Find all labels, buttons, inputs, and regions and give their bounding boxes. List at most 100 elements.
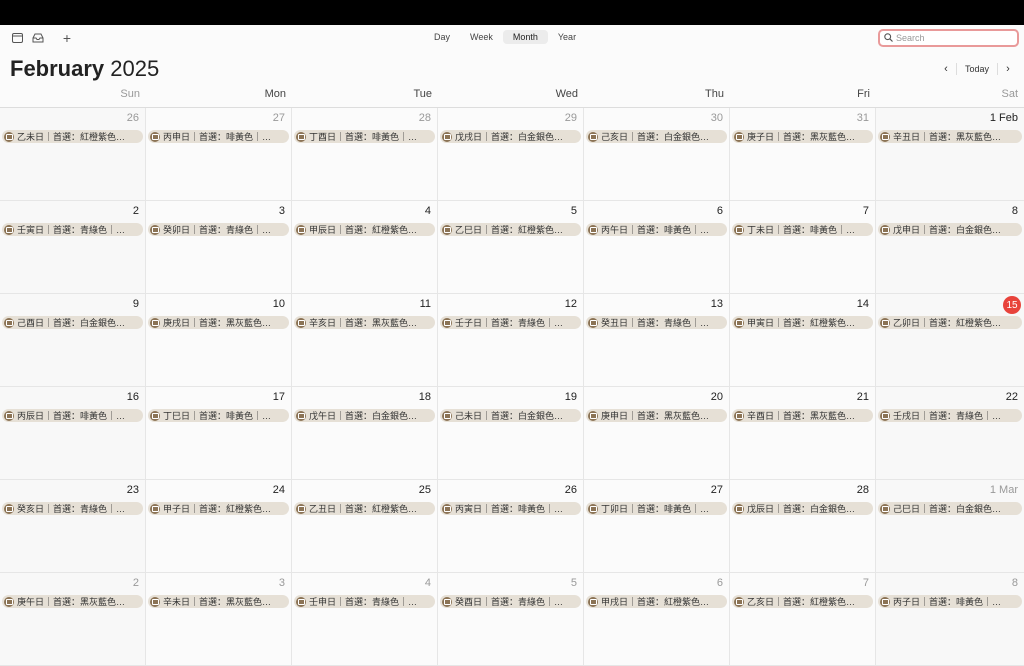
event-pill[interactable]: 辛丑日｜首選：黑灰藍色… (878, 130, 1022, 143)
day-cell[interactable]: 2 壬寅日｜首選：青綠色｜… (0, 201, 146, 294)
day-cell[interactable]: 4 甲辰日｜首選：紅橙紫色… (292, 201, 438, 294)
day-cell[interactable]: 25 乙丑日｜首選：紅橙紫色… (292, 480, 438, 573)
day-cell[interactable]: 26 乙未日｜首選：紅橙紫色… (0, 108, 146, 201)
event-pill[interactable]: 癸酉日｜首選：青綠色｜… (440, 595, 581, 608)
day-cell[interactable]: 20 庚申日｜首選：黑灰藍色… (584, 387, 730, 480)
event-pill[interactable]: 壬寅日｜首選：青綠色｜… (2, 223, 143, 236)
view-day-button[interactable]: Day (424, 30, 460, 44)
event-pill[interactable]: 丁巳日｜首選：啡黃色｜… (148, 409, 289, 422)
add-event-icon[interactable]: + (59, 30, 75, 46)
day-cell[interactable]: 6 丙午日｜首選：啡黃色｜… (584, 201, 730, 294)
event-pill[interactable]: 辛亥日｜首選：黑灰藍色… (294, 316, 435, 329)
day-cell[interactable]: 19 己未日｜首選：白金銀色… (438, 387, 584, 480)
event-pill[interactable]: 癸丑日｜首選：青綠色｜… (586, 316, 727, 329)
day-cell[interactable]: 3 癸卯日｜首選：青綠色｜… (146, 201, 292, 294)
event-pill[interactable]: 庚午日｜首選：黑灰藍色… (2, 595, 143, 608)
event-pill[interactable]: 壬戌日｜首選：青綠色｜… (878, 409, 1022, 422)
calendar-list-icon[interactable] (9, 31, 25, 45)
day-cell[interactable]: 30 己亥日｜首選：白金銀色… (584, 108, 730, 201)
event-title: 癸亥日｜首選：青綠色｜… (17, 504, 126, 514)
event-title: 壬子日｜首選：青綠色｜… (455, 318, 564, 328)
event-pill[interactable]: 庚子日｜首選：黑灰藍色… (732, 130, 873, 143)
day-cell[interactable]: 21 辛酉日｜首選：黑灰藍色… (730, 387, 876, 480)
event-pill[interactable]: 壬子日｜首選：青綠色｜… (440, 316, 581, 329)
event-pill[interactable]: 乙亥日｜首選：紅橙紫色… (732, 595, 873, 608)
day-cell[interactable]: 14 甲寅日｜首選：紅橙紫色… (730, 294, 876, 387)
day-cell[interactable]: 1 Feb 辛丑日｜首選：黑灰藍色… (876, 108, 1024, 201)
event-title: 丙子日｜首選：啡黃色｜… (893, 597, 1002, 607)
day-cell[interactable]: 5 癸酉日｜首選：青綠色｜… (438, 573, 584, 666)
day-cell[interactable]: 8 丙子日｜首選：啡黃色｜… (876, 573, 1024, 666)
view-week-button[interactable]: Week (460, 30, 503, 44)
day-cell[interactable]: 7 乙亥日｜首選：紅橙紫色… (730, 573, 876, 666)
event-pill[interactable]: 甲子日｜首選：紅橙紫色… (148, 502, 289, 515)
view-month-button[interactable]: Month (502, 30, 548, 44)
next-month-button[interactable]: › (1000, 62, 1016, 76)
day-cell[interactable]: 13 癸丑日｜首選：青綠色｜… (584, 294, 730, 387)
event-pill[interactable]: 乙未日｜首選：紅橙紫色… (2, 130, 143, 143)
event-pill[interactable]: 丙辰日｜首選：啡黃色｜… (2, 409, 143, 422)
view-year-button[interactable]: Year (548, 30, 586, 44)
event-pill[interactable]: 己亥日｜首選：白金銀色… (586, 130, 727, 143)
day-cell[interactable]: 12 壬子日｜首選：青綠色｜… (438, 294, 584, 387)
day-cell[interactable]: 18 戊午日｜首選：白金銀色… (292, 387, 438, 480)
day-cell[interactable]: 28 戊辰日｜首選：白金銀色… (730, 480, 876, 573)
day-cell[interactable]: 24 甲子日｜首選：紅橙紫色… (146, 480, 292, 573)
day-cell[interactable]: 7 丁未日｜首選：啡黃色｜… (730, 201, 876, 294)
event-pill[interactable]: 戊辰日｜首選：白金銀色… (732, 502, 873, 515)
day-cell[interactable]: 22 壬戌日｜首選：青綠色｜… (876, 387, 1024, 480)
event-pill[interactable]: 乙卯日｜首選：紅橙紫色… (878, 316, 1022, 329)
day-cell[interactable]: 23 癸亥日｜首選：青綠色｜… (0, 480, 146, 573)
day-cell[interactable]: 6 甲戌日｜首選：紅橙紫色… (584, 573, 730, 666)
event-pill[interactable]: 丁卯日｜首選：啡黃色｜… (586, 502, 727, 515)
event-pill[interactable]: 己酉日｜首選：白金銀色… (2, 316, 143, 329)
day-cell[interactable]: 4 壬申日｜首選：青綠色｜… (292, 573, 438, 666)
day-cell[interactable]: 1 Mar 己巳日｜首選：白金銀色… (876, 480, 1024, 573)
event-pill[interactable]: 丙午日｜首選：啡黃色｜… (586, 223, 727, 236)
event-pill[interactable]: 甲辰日｜首選：紅橙紫色… (294, 223, 435, 236)
event-pill[interactable]: 戊戌日｜首選：白金銀色… (440, 130, 581, 143)
day-cell[interactable]: 9 己酉日｜首選：白金銀色… (0, 294, 146, 387)
event-pill[interactable]: 丁未日｜首選：啡黃色｜… (732, 223, 873, 236)
previous-month-button[interactable]: ‹ (938, 62, 954, 76)
event-pill[interactable]: 乙巳日｜首選：紅橙紫色… (440, 223, 581, 236)
event-pill[interactable]: 戊午日｜首選：白金銀色… (294, 409, 435, 422)
event-pill[interactable]: 丙子日｜首選：啡黃色｜… (878, 595, 1022, 608)
day-cell[interactable]: 16 丙辰日｜首選：啡黃色｜… (0, 387, 146, 480)
event-pill[interactable]: 丁酉日｜首選：啡黃色｜… (294, 130, 435, 143)
day-cell[interactable]: 26 丙寅日｜首選：啡黃色｜… (438, 480, 584, 573)
day-cell[interactable]: 17 丁巳日｜首選：啡黃色｜… (146, 387, 292, 480)
event-pill[interactable]: 甲寅日｜首選：紅橙紫色… (732, 316, 873, 329)
day-cell[interactable]: 10 庚戌日｜首選：黑灰藍色… (146, 294, 292, 387)
event-pill[interactable]: 丙寅日｜首選：啡黃色｜… (440, 502, 581, 515)
day-cell[interactable]: 28 丁酉日｜首選：啡黃色｜… (292, 108, 438, 201)
day-cell[interactable]: 15 乙卯日｜首選：紅橙紫色… (876, 294, 1024, 387)
event-pill[interactable]: 己未日｜首選：白金銀色… (440, 409, 581, 422)
day-cell[interactable]: 3 辛未日｜首選：黑灰藍色… (146, 573, 292, 666)
day-cell[interactable]: 8 戊申日｜首選：白金銀色… (876, 201, 1024, 294)
event-pill[interactable]: 癸卯日｜首選：青綠色｜… (148, 223, 289, 236)
event-pill[interactable]: 辛未日｜首選：黑灰藍色… (148, 595, 289, 608)
inbox-icon[interactable] (30, 31, 46, 45)
search-input[interactable] (896, 33, 1006, 43)
event-pill[interactable]: 辛酉日｜首選：黑灰藍色… (732, 409, 873, 422)
day-number: 23 (126, 484, 139, 496)
search-box[interactable] (878, 29, 1019, 47)
day-cell[interactable]: 5 乙巳日｜首選：紅橙紫色… (438, 201, 584, 294)
event-pill[interactable]: 己巳日｜首選：白金銀色… (878, 502, 1022, 515)
event-pill[interactable]: 癸亥日｜首選：青綠色｜… (2, 502, 143, 515)
day-cell[interactable]: 27 丙申日｜首選：啡黃色｜… (146, 108, 292, 201)
event-pill[interactable]: 乙丑日｜首選：紅橙紫色… (294, 502, 435, 515)
event-pill[interactable]: 庚戌日｜首選：黑灰藍色… (148, 316, 289, 329)
day-cell[interactable]: 29 戊戌日｜首選：白金銀色… (438, 108, 584, 201)
day-cell[interactable]: 2 庚午日｜首選：黑灰藍色… (0, 573, 146, 666)
today-button[interactable]: Today (955, 63, 998, 75)
day-cell[interactable]: 11 辛亥日｜首選：黑灰藍色… (292, 294, 438, 387)
event-pill[interactable]: 壬申日｜首選：青綠色｜… (294, 595, 435, 608)
event-pill[interactable]: 戊申日｜首選：白金銀色… (878, 223, 1022, 236)
event-pill[interactable]: 甲戌日｜首選：紅橙紫色… (586, 595, 727, 608)
day-cell[interactable]: 31 庚子日｜首選：黑灰藍色… (730, 108, 876, 201)
event-pill[interactable]: 丙申日｜首選：啡黃色｜… (148, 130, 289, 143)
day-cell[interactable]: 27 丁卯日｜首選：啡黃色｜… (584, 480, 730, 573)
event-pill[interactable]: 庚申日｜首選：黑灰藍色… (586, 409, 727, 422)
